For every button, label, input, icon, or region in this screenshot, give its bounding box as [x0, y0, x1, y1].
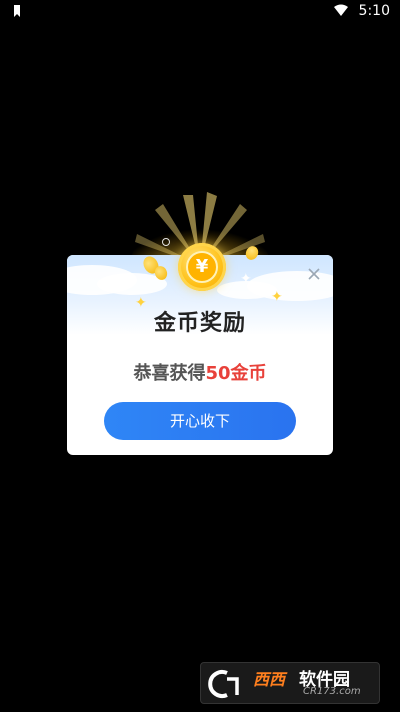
sparkle-icon: ✦ [135, 295, 147, 311]
sparkle-icon: ✦ [240, 271, 252, 287]
close-icon [308, 268, 320, 280]
coin-symbol: ¥ [186, 251, 218, 283]
sparkle-icon: ✦ [271, 289, 283, 305]
dialog-title: 金币奖励 [153, 311, 246, 336]
accept-reward-button[interactable]: 开心收下 [104, 402, 296, 440]
reward-message: 恭喜获得50金币 [67, 359, 333, 385]
watermark-site: CR173.com [303, 686, 361, 697]
watermark-logo: 西西 软件园 CR173.com [200, 662, 380, 704]
ring-decoration [162, 238, 170, 246]
app-screen: 5:10 金币奖励 恭喜获得50金币 开心收下 ✦ ✦ ✦ ¥ 西西 软件园 C… [0, 0, 400, 712]
wifi-icon [334, 4, 348, 16]
status-time: 5:10 [358, 3, 390, 19]
status-bar: 5:10 [0, 0, 400, 24]
gold-coin-icon: ¥ [178, 243, 226, 291]
reward-message-prefix: 恭喜获得 [133, 363, 206, 384]
reward-amount: 50金币 [205, 363, 267, 384]
cr-logo-icon [208, 670, 239, 698]
close-button[interactable] [307, 267, 321, 281]
notification-icon [14, 5, 20, 17]
watermark-brand-mark: 西西 [253, 670, 286, 689]
